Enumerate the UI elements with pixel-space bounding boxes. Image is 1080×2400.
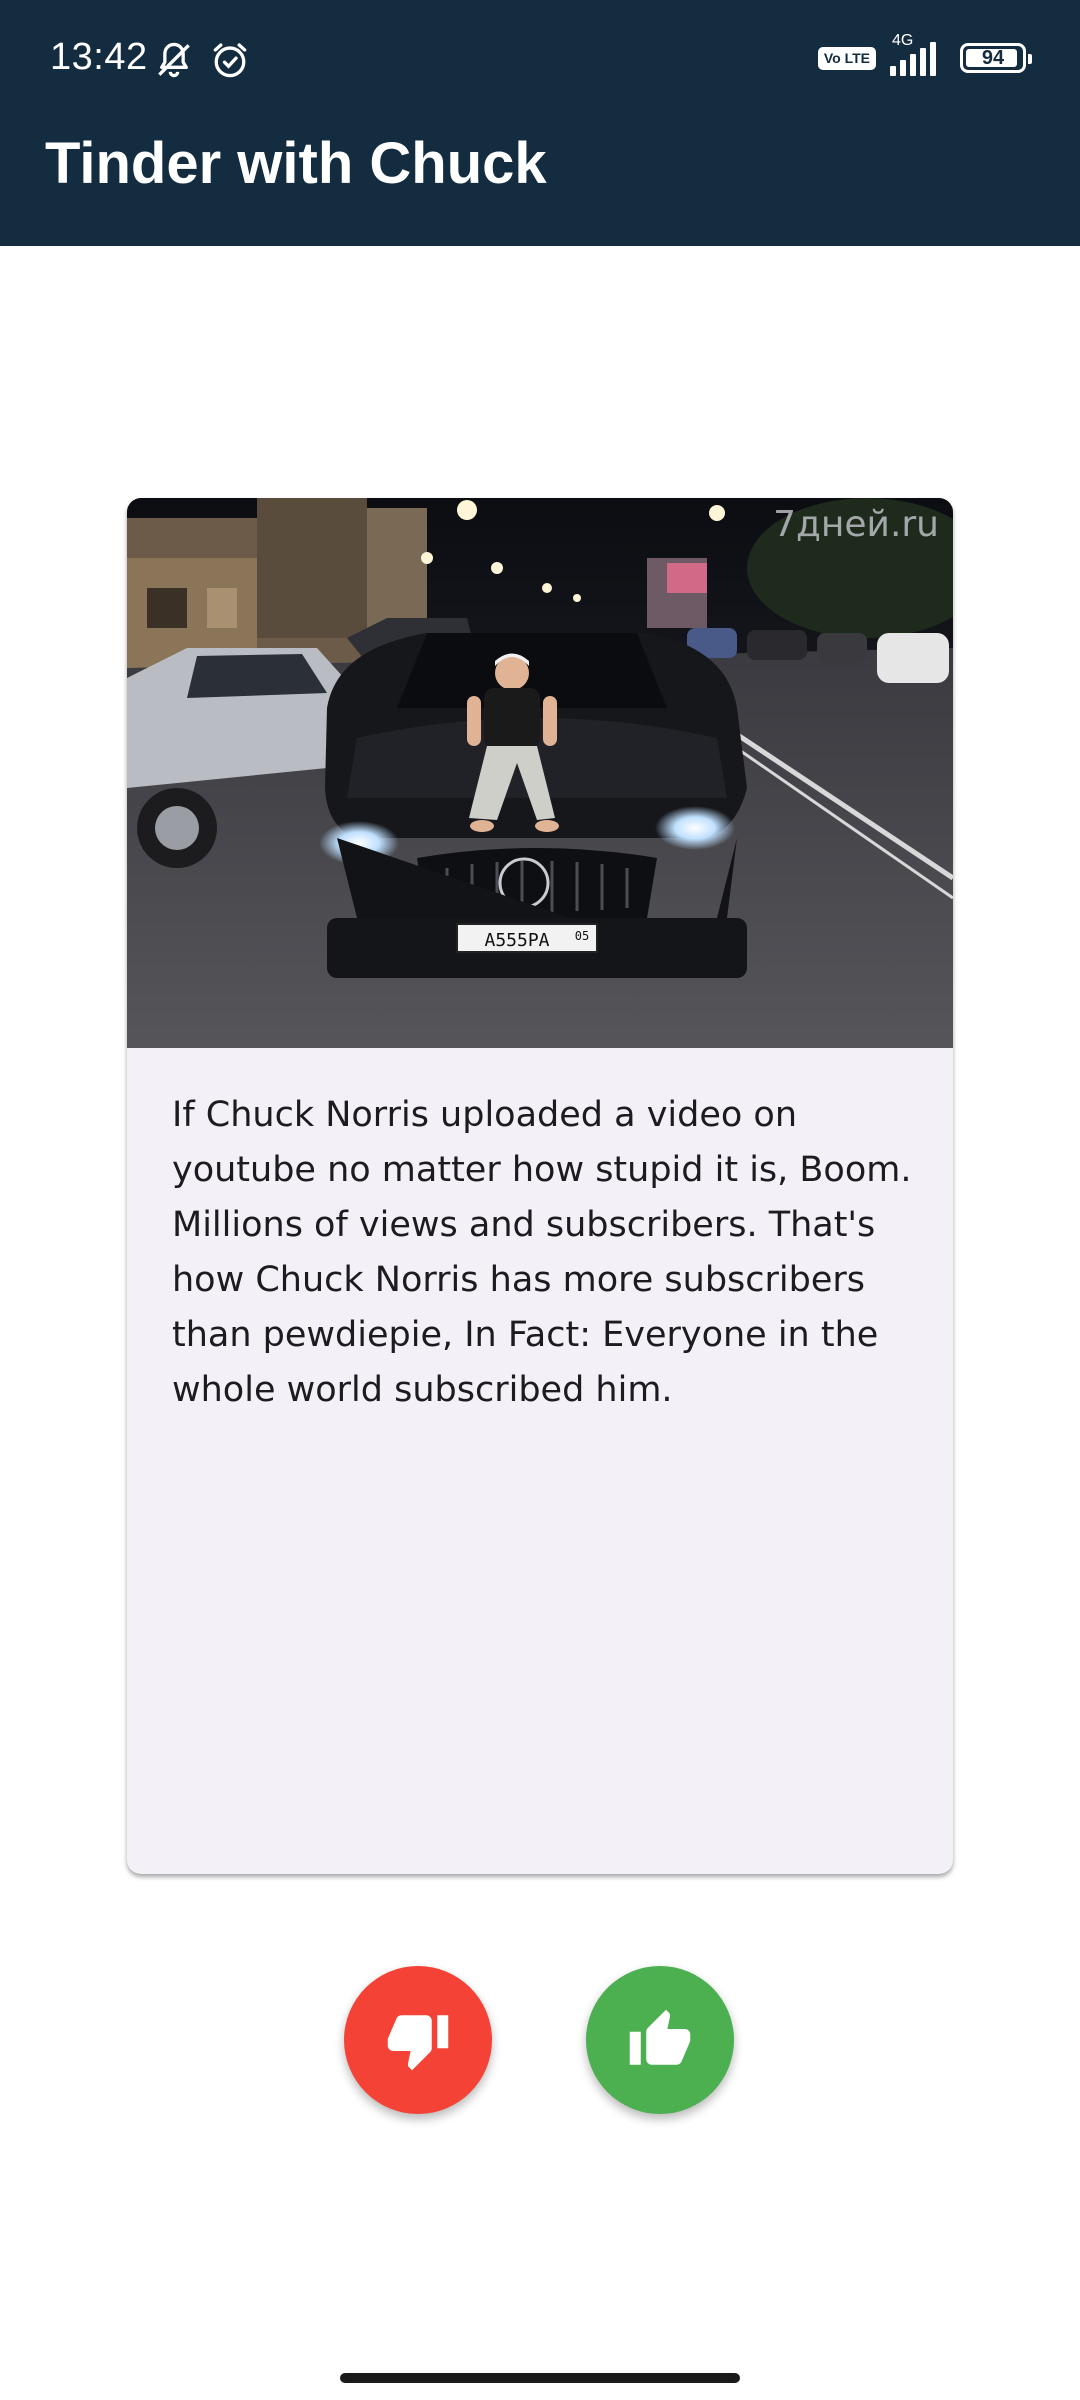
battery-icon: 94	[960, 43, 1032, 73]
alarm-icon	[213, 43, 247, 78]
battery-level: 94	[981, 46, 1005, 69]
signal-icon: 4G	[890, 32, 936, 76]
status-time: 13:42	[50, 36, 148, 78]
status-bar: 13:42 Vo LTE 4G 94	[0, 0, 1080, 120]
license-plate: A555PA	[484, 930, 549, 951]
status-icons-right: Vo LTE 4G 94	[817, 32, 1032, 76]
app-title: Tinder with Chuck	[45, 131, 547, 196]
thumb-up-icon	[629, 2009, 691, 2065]
joke-text: If Chuck Norris uploaded a video on yout…	[172, 1095, 912, 1410]
card-photo: A555PA 05 7дней.ru	[127, 498, 953, 1048]
license-plate-region: 05	[575, 929, 589, 943]
status-icons-left	[152, 38, 252, 82]
image-watermark: 7дней.ru	[773, 504, 939, 545]
bell-off-icon	[158, 42, 190, 78]
network-type: 4G	[892, 32, 914, 49]
volte-icon: Vo LTE	[817, 46, 876, 70]
home-indicator[interactable]	[340, 2373, 740, 2383]
app-header: 13:42 Vo LTE 4G 94 Tinder with Chuck	[0, 0, 1080, 246]
thumb-down-icon	[387, 2015, 449, 2071]
like-button[interactable]	[586, 1966, 734, 2114]
dislike-button[interactable]	[344, 1966, 492, 2114]
joke-card[interactable]: A555PA 05 7дней.ru If Chuck Norris uploa…	[127, 498, 953, 1874]
